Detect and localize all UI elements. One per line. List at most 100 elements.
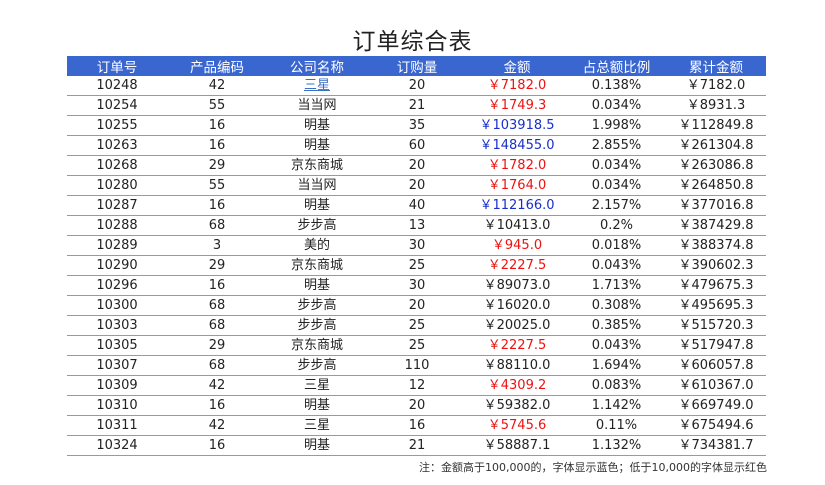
cell-company-name: 京东商城 [267, 155, 367, 176]
cell-ratio: 0.018% [567, 235, 666, 256]
cell-cumulative: ￥606057.8 [666, 355, 766, 376]
cell-product-code: 16 [167, 275, 267, 296]
cell-product-code: 29 [167, 335, 267, 356]
cell-ratio: 0.034% [567, 95, 666, 116]
cell-amount: ￥58887.1 [467, 435, 567, 456]
cell-product-code: 42 [167, 375, 267, 396]
cell-ratio: 1.142% [567, 395, 666, 416]
cell-product-code: 42 [167, 415, 267, 436]
table-row: 10303 68 步步高 25 ￥20025.0 0.385% ￥515720.3 [67, 315, 766, 336]
table-row: 10309 42 三星 12 ￥4309.2 0.083% ￥610367.0 [67, 375, 766, 396]
cell-company-name: 步步高 [267, 295, 367, 316]
column-header-company-name: 公司名称 [267, 56, 367, 76]
cell-company-name[interactable]: 三星 [267, 76, 367, 96]
cell-product-code: 68 [167, 315, 267, 336]
cell-amount: ￥2227.5 [467, 335, 567, 356]
column-header-ratio: 占总额比例 [567, 56, 666, 76]
cell-company-name: 步步高 [267, 315, 367, 336]
cell-ratio: 1.713% [567, 275, 666, 296]
cell-amount: ￥112166.0 [467, 195, 567, 216]
cell-quantity: 13 [367, 215, 467, 236]
cell-order-id: 10255 [67, 115, 167, 136]
cell-quantity: 20 [367, 395, 467, 416]
table-header-row: 订单号 产品编码 公司名称 订购量 金额 占总额比例 累计金额 [67, 56, 766, 76]
cell-product-code: 16 [167, 115, 267, 136]
cell-order-id: 10287 [67, 195, 167, 216]
cell-quantity: 35 [367, 115, 467, 136]
cell-cumulative: ￥387429.8 [666, 215, 766, 236]
cell-quantity: 20 [367, 155, 467, 176]
cell-cumulative: ￥495695.3 [666, 295, 766, 316]
cell-product-code: 3 [167, 235, 267, 256]
cell-quantity: 30 [367, 275, 467, 296]
cell-company-name: 当当网 [267, 175, 367, 196]
cell-amount: ￥16020.0 [467, 295, 567, 316]
cell-company-name: 当当网 [267, 95, 367, 116]
cell-company-name: 步步高 [267, 215, 367, 236]
cell-ratio: 0.2% [567, 215, 666, 236]
cell-order-id: 10305 [67, 335, 167, 356]
cell-order-id: 10254 [67, 95, 167, 116]
cell-ratio: 0.034% [567, 175, 666, 196]
cell-order-id: 10248 [67, 76, 167, 96]
cell-company-name: 明基 [267, 115, 367, 136]
cell-amount: ￥4309.2 [467, 375, 567, 396]
cell-ratio: 0.385% [567, 315, 666, 336]
cell-ratio: 0.308% [567, 295, 666, 316]
cell-order-id: 10310 [67, 395, 167, 416]
order-summary-table: 订单号 产品编码 公司名称 订购量 金额 占总额比例 累计金额 10248 42 三… [67, 56, 766, 456]
column-header-quantity: 订购量 [367, 56, 467, 76]
cell-cumulative: ￥610367.0 [666, 375, 766, 396]
cell-order-id: 10288 [67, 215, 167, 236]
cell-product-code: 29 [167, 155, 267, 176]
footnote: 注：金额高于100,000的，字体显示蓝色；低于10,000的字体显示红色 [419, 461, 767, 474]
cell-amount: ￥1764.0 [467, 175, 567, 196]
cell-order-id: 10311 [67, 415, 167, 436]
cell-company-name: 三星 [267, 415, 367, 436]
cell-cumulative: ￥675494.6 [666, 415, 766, 436]
cell-amount: ￥103918.5 [467, 115, 567, 136]
table-row: 10307 68 步步高 110 ￥88110.0 1.694% ￥606057.8 [67, 355, 766, 376]
cell-quantity: 110 [367, 355, 467, 376]
cell-company-name: 三星 [267, 375, 367, 396]
column-header-order-id: 订单号 [67, 56, 167, 76]
table-row: 10248 42 三星 20 ￥7182.0 0.138% ￥7182.0 [67, 76, 766, 96]
table-body: 10248 42 三星 20 ￥7182.0 0.138% ￥7182.0 10254 55 当当… [67, 76, 766, 456]
cell-amount: ￥148455.0 [467, 135, 567, 156]
cell-company-name: 京东商城 [267, 335, 367, 356]
cell-amount: ￥5745.6 [467, 415, 567, 436]
cell-cumulative: ￥112849.8 [666, 115, 766, 136]
cell-amount: ￥2227.5 [467, 255, 567, 276]
cell-company-name: 步步高 [267, 355, 367, 376]
table-row: 10296 16 明基 30 ￥89073.0 1.713% ￥479675.3 [67, 275, 766, 296]
cell-amount: ￥88110.0 [467, 355, 567, 376]
cell-company-name: 明基 [267, 195, 367, 216]
cell-cumulative: ￥261304.8 [666, 135, 766, 156]
cell-cumulative: ￥517947.8 [666, 335, 766, 356]
cell-ratio: 1.998% [567, 115, 666, 136]
table-row: 10310 16 明基 20 ￥59382.0 1.142% ￥669749.0 [67, 395, 766, 416]
cell-amount: ￥20025.0 [467, 315, 567, 336]
cell-ratio: 0.11% [567, 415, 666, 436]
cell-company-name: 京东商城 [267, 255, 367, 276]
cell-amount: ￥10413.0 [467, 215, 567, 236]
cell-ratio: 0.034% [567, 155, 666, 176]
cell-ratio: 2.157% [567, 195, 666, 216]
cell-company-name: 美的 [267, 235, 367, 256]
cell-ratio: 0.138% [567, 76, 666, 96]
cell-product-code: 68 [167, 355, 267, 376]
table-row: 10263 16 明基 60 ￥148455.0 2.855% ￥261304.8 [67, 135, 766, 156]
cell-amount: ￥89073.0 [467, 275, 567, 296]
cell-quantity: 12 [367, 375, 467, 396]
cell-cumulative: ￥390602.3 [666, 255, 766, 276]
cell-cumulative: ￥734381.7 [666, 435, 766, 456]
table-row: 10300 68 步步高 20 ￥16020.0 0.308% ￥495695.3 [67, 295, 766, 316]
cell-order-id: 10309 [67, 375, 167, 396]
cell-ratio: 1.132% [567, 435, 666, 456]
cell-product-code: 55 [167, 175, 267, 196]
cell-amount: ￥945.0 [467, 235, 567, 256]
cell-product-code: 29 [167, 255, 267, 276]
cell-ratio: 0.043% [567, 255, 666, 276]
table-row: 10288 68 步步高 13 ￥10413.0 0.2% ￥387429.8 [67, 215, 766, 236]
table-row: 10289 3 美的 30 ￥945.0 0.018% ￥388374.8 [67, 235, 766, 256]
